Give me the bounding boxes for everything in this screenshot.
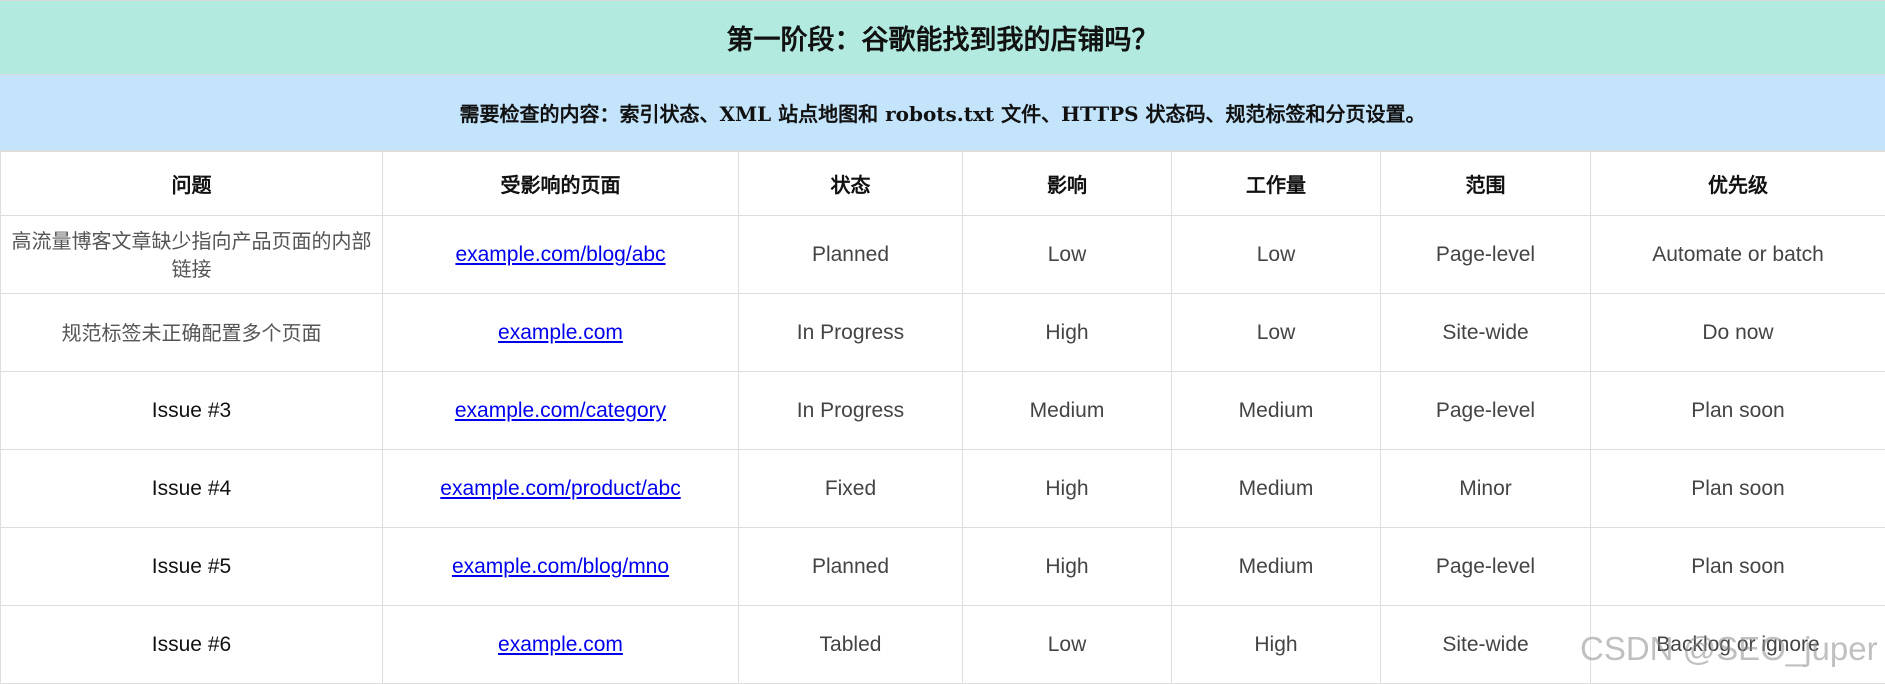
page-link[interactable]: example.com — [498, 321, 623, 344]
header-scope: 范围 — [1380, 151, 1591, 216]
effort-cell: Low — [1171, 215, 1381, 294]
header-affected-page: 受影响的页面 — [382, 151, 739, 216]
priority-cell: Plan soon — [1590, 527, 1885, 606]
issues-table: 问题 受影响的页面 状态 影响 工作量 范围 优先级 高流量博客文章缺少指向产品… — [0, 151, 1885, 684]
table-row: Issue #5 example.com/blog/mno Planned Hi… — [0, 527, 1885, 606]
page-cell: example.com/category — [382, 371, 739, 450]
issue-cell: Issue #6 — [0, 605, 383, 684]
effort-cell: High — [1171, 605, 1381, 684]
status-cell: Tabled — [738, 605, 963, 684]
scope-cell: Page-level — [1380, 215, 1591, 294]
issue-cell: Issue #4 — [0, 449, 383, 528]
table-header-row: 问题 受影响的页面 状态 影响 工作量 范围 优先级 — [0, 151, 1885, 216]
table-row: Issue #4 example.com/product/abc Fixed H… — [0, 449, 1885, 528]
seo-audit-sheet: 第一阶段：谷歌能找到我的店铺吗？ 需要检查的内容：索引状态、XML 站点地图和 … — [0, 0, 1885, 684]
issue-cell: 高流量博客文章缺少指向产品页面的内部链接 — [0, 215, 383, 294]
priority-cell: Plan soon — [1590, 449, 1885, 528]
scope-cell: Minor — [1380, 449, 1591, 528]
header-status: 状态 — [738, 151, 963, 216]
table-row: Issue #3 example.com/category In Progres… — [0, 371, 1885, 450]
status-cell: Planned — [738, 527, 963, 606]
header-impact: 影响 — [962, 151, 1172, 216]
issue-cell: Issue #5 — [0, 527, 383, 606]
page-link[interactable]: example.com — [498, 633, 623, 656]
page-cell: example.com — [382, 293, 739, 372]
header-effort: 工作量 — [1171, 151, 1381, 216]
priority-cell: Backlog or ignore — [1590, 605, 1885, 684]
effort-cell: Medium — [1171, 449, 1381, 528]
sheet-subtitle: 需要检查的内容：索引状态、XML 站点地图和 robots.txt 文件、HTT… — [0, 75, 1885, 151]
scope-cell: Site-wide — [1380, 605, 1591, 684]
scope-cell: Page-level — [1380, 371, 1591, 450]
scope-cell: Site-wide — [1380, 293, 1591, 372]
effort-cell: Low — [1171, 293, 1381, 372]
table-row: 高流量博客文章缺少指向产品页面的内部链接 example.com/blog/ab… — [0, 215, 1885, 294]
sheet-title: 第一阶段：谷歌能找到我的店铺吗？ — [0, 0, 1885, 75]
priority-cell: Automate or batch — [1590, 215, 1885, 294]
impact-cell: High — [962, 449, 1172, 528]
scope-cell: Page-level — [1380, 527, 1591, 606]
priority-cell: Plan soon — [1590, 371, 1885, 450]
effort-cell: Medium — [1171, 371, 1381, 450]
page-cell: example.com/blog/abc — [382, 215, 739, 294]
status-cell: Fixed — [738, 449, 963, 528]
page-cell: example.com — [382, 605, 739, 684]
page-link[interactable]: example.com/blog/mno — [452, 555, 669, 578]
page-link[interactable]: example.com/category — [455, 399, 666, 422]
impact-cell: High — [962, 293, 1172, 372]
header-issue: 问题 — [0, 151, 383, 216]
priority-cell: Do now — [1590, 293, 1885, 372]
table-row: 规范标签未正确配置多个页面 example.com In Progress Hi… — [0, 293, 1885, 372]
impact-cell: Medium — [962, 371, 1172, 450]
status-cell: In Progress — [738, 293, 963, 372]
issue-cell: 规范标签未正确配置多个页面 — [0, 293, 383, 372]
table-row: Issue #6 example.com Tabled Low High Sit… — [0, 605, 1885, 684]
issue-cell: Issue #3 — [0, 371, 383, 450]
page-link[interactable]: example.com/blog/abc — [455, 243, 665, 266]
page-cell: example.com/blog/mno — [382, 527, 739, 606]
effort-cell: Medium — [1171, 527, 1381, 606]
page-cell: example.com/product/abc — [382, 449, 739, 528]
impact-cell: High — [962, 527, 1172, 606]
impact-cell: Low — [962, 215, 1172, 294]
status-cell: Planned — [738, 215, 963, 294]
page-link[interactable]: example.com/product/abc — [440, 477, 680, 500]
status-cell: In Progress — [738, 371, 963, 450]
impact-cell: Low — [962, 605, 1172, 684]
header-priority: 优先级 — [1590, 151, 1885, 216]
